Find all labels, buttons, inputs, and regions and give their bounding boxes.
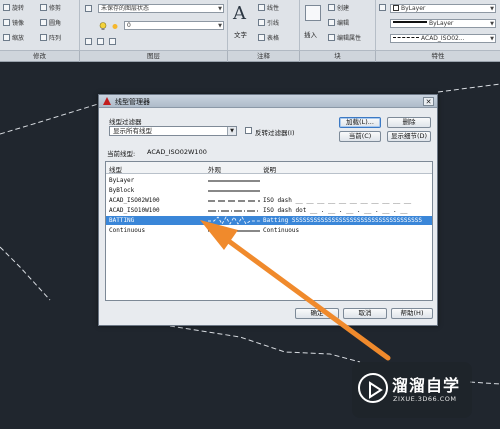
arrow-shaft — [227, 239, 391, 361]
watermark-url: ZIXUE.3D66.COM — [393, 395, 457, 403]
watermark: 溜溜自学 ZIXUE.3D66.COM — [352, 362, 472, 418]
watermark-brand: 溜溜自学 — [392, 376, 461, 395]
play-logo-icon — [358, 373, 388, 403]
